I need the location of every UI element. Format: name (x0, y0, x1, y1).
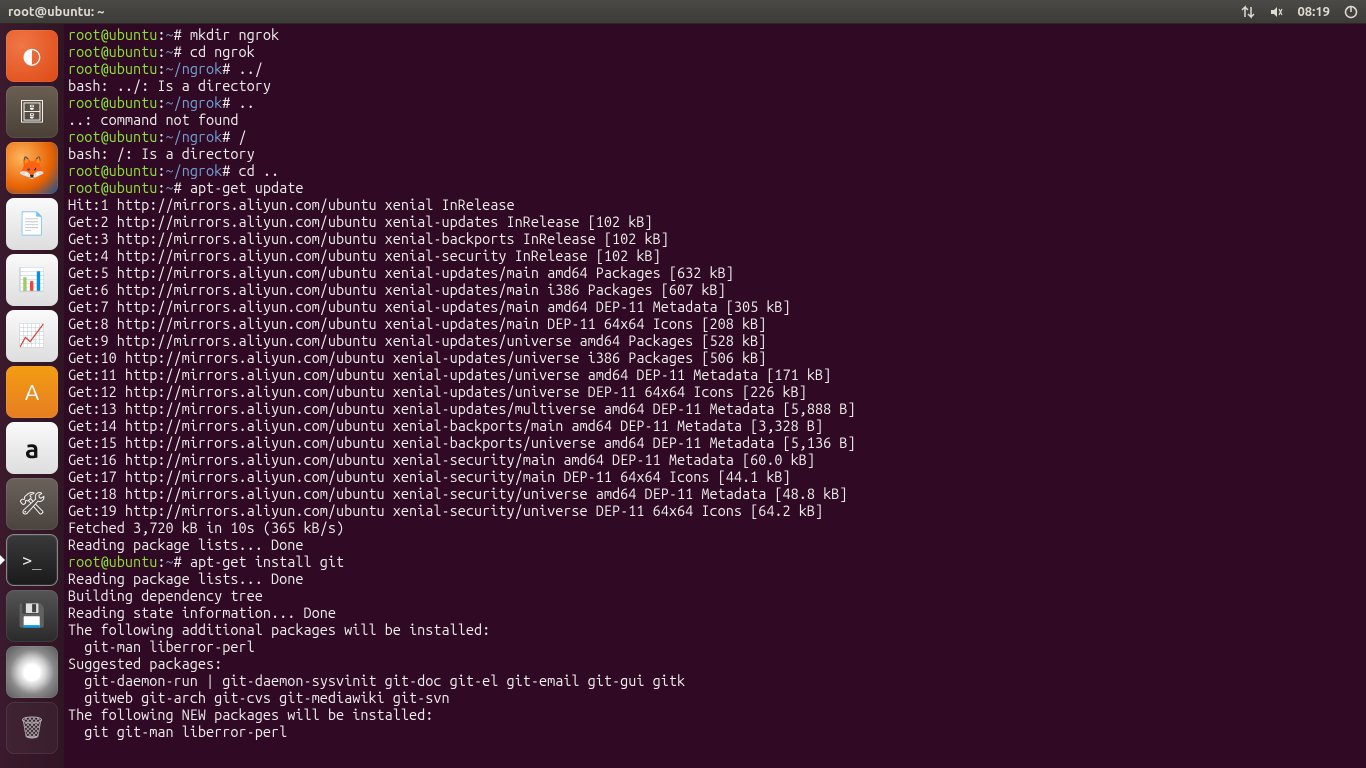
amazon-icon[interactable]: a (6, 422, 58, 474)
terminal-line: Reading state information... Done (68, 604, 1362, 621)
terminal-line: Get:9 http://mirrors.aliyun.com/ubuntu x… (68, 332, 1362, 349)
terminal-line: root@ubuntu:~# mkdir ngrok (68, 26, 1362, 43)
writer-icon[interactable]: 📄 (6, 198, 58, 250)
terminal-line: gitweb git-arch git-cvs git-mediawiki gi… (68, 689, 1362, 706)
impress-icon[interactable]: 📈 (6, 310, 58, 362)
firefox-icon[interactable]: 🦊 (6, 142, 58, 194)
terminal-line: Get:18 http://mirrors.aliyun.com/ubuntu … (68, 485, 1362, 502)
terminal-line: Fetched 3,720 kB in 10s (365 kB/s) (68, 519, 1362, 536)
terminal-line: Suggested packages: (68, 655, 1362, 672)
terminal-line: Reading package lists... Done (68, 536, 1362, 553)
terminal-icon[interactable]: >_ (6, 534, 58, 586)
session-icon[interactable] (1344, 5, 1358, 19)
disk-icon[interactable]: 💾 (6, 590, 58, 642)
terminal-line: Get:8 http://mirrors.aliyun.com/ubuntu x… (68, 315, 1362, 332)
calc-icon[interactable]: 📊 (6, 254, 58, 306)
terminal-line: Reading package lists... Done (68, 570, 1362, 587)
system-tray: 08:19 (1241, 5, 1358, 19)
terminal-line: bash: /: Is a directory (68, 145, 1362, 162)
terminal-line: Get:12 http://mirrors.aliyun.com/ubuntu … (68, 383, 1362, 400)
terminal-line: root@ubuntu:~# apt-get install git (68, 553, 1362, 570)
clock[interactable]: 08:19 (1297, 5, 1330, 19)
trash-icon[interactable]: 🗑 (6, 702, 58, 754)
terminal-line: Get:19 http://mirrors.aliyun.com/ubuntu … (68, 502, 1362, 519)
terminal-line: root@ubuntu:~# apt-get update (68, 179, 1362, 196)
terminal-line: git-man liberror-perl (68, 638, 1362, 655)
terminal-line: The following additional packages will b… (68, 621, 1362, 638)
terminal-line: Get:11 http://mirrors.aliyun.com/ubuntu … (68, 366, 1362, 383)
network-icon[interactable] (1241, 5, 1255, 19)
terminal-line: bash: ../: Is a directory (68, 77, 1362, 94)
terminal-line: Building dependency tree (68, 587, 1362, 604)
software-center-icon[interactable]: A (6, 366, 58, 418)
terminal-line: root@ubuntu:~/ngrok# cd .. (68, 162, 1362, 179)
terminal-line: Get:6 http://mirrors.aliyun.com/ubuntu x… (68, 281, 1362, 298)
dash-icon[interactable]: ◐ (6, 30, 58, 82)
terminal-line: git-daemon-run | git-daemon-sysvinit git… (68, 672, 1362, 689)
terminal-output[interactable]: root@ubuntu:~# mkdir ngrokroot@ubuntu:~#… (64, 24, 1366, 768)
terminal-line: The following NEW packages will be insta… (68, 706, 1362, 723)
terminal-line: Get:10 http://mirrors.aliyun.com/ubuntu … (68, 349, 1362, 366)
terminal-line: Get:16 http://mirrors.aliyun.com/ubuntu … (68, 451, 1362, 468)
terminal-line: Get:2 http://mirrors.aliyun.com/ubuntu x… (68, 213, 1362, 230)
terminal-line: Get:15 http://mirrors.aliyun.com/ubuntu … (68, 434, 1362, 451)
terminal-line: Hit:1 http://mirrors.aliyun.com/ubuntu x… (68, 196, 1362, 213)
terminal-line: Get:17 http://mirrors.aliyun.com/ubuntu … (68, 468, 1362, 485)
terminal-line: Get:13 http://mirrors.aliyun.com/ubuntu … (68, 400, 1362, 417)
terminal-line: Get:4 http://mirrors.aliyun.com/ubuntu x… (68, 247, 1362, 264)
terminal-line: root@ubuntu:~/ngrok# .. (68, 94, 1362, 111)
settings-icon[interactable]: 🛠 (6, 478, 58, 530)
terminal-line: root@ubuntu:~/ngrok# / (68, 128, 1362, 145)
terminal-line: root@ubuntu:~# cd ngrok (68, 43, 1362, 60)
terminal-line: ..: command not found (68, 111, 1362, 128)
volume-icon[interactable] (1269, 5, 1283, 19)
terminal-line: Get:14 http://mirrors.aliyun.com/ubuntu … (68, 417, 1362, 434)
dvd-icon[interactable]: ◉ (6, 646, 58, 698)
terminal-line: root@ubuntu:~/ngrok# ../ (68, 60, 1362, 77)
terminal-line: Get:3 http://mirrors.aliyun.com/ubuntu x… (68, 230, 1362, 247)
window-title: root@ubuntu: ~ (8, 5, 1241, 19)
terminal-line: git git-man liberror-perl (68, 723, 1362, 740)
top-menu-bar: root@ubuntu: ~ 08:19 (0, 0, 1366, 24)
files-icon[interactable]: 🗄 (6, 86, 58, 138)
terminal-line: Get:5 http://mirrors.aliyun.com/ubuntu x… (68, 264, 1362, 281)
terminal-line: Get:7 http://mirrors.aliyun.com/ubuntu x… (68, 298, 1362, 315)
unity-launcher: ◐ 🗄 🦊 📄 📊 📈 A a 🛠 >_ 💾 ◉ 🗑 (0, 24, 64, 768)
